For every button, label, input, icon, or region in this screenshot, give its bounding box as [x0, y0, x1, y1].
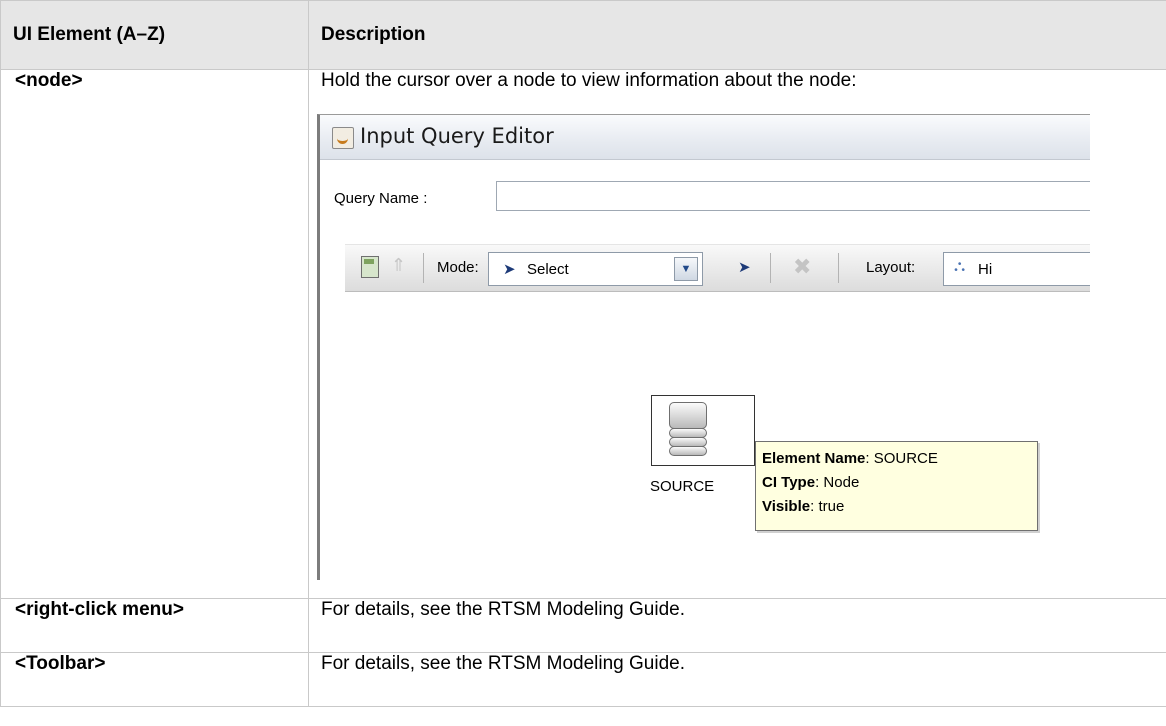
mode-label: Mode:: [437, 259, 479, 276]
ui-element-name: <node>: [0, 69, 309, 599]
query-name-label: Query Name :: [334, 190, 428, 207]
toolbar-separator: [423, 253, 424, 283]
node-label: SOURCE: [650, 478, 715, 495]
table-row: <right-click menu> For details, see the …: [0, 598, 1166, 653]
editor-body: Query Name : ⇑ Mode: ➤ Select ▼ ➤ ✖ Layo…: [320, 160, 1090, 580]
table-row: <node> Hold the cursor over a node to vi…: [0, 69, 1166, 599]
query-name-input[interactable]: [496, 181, 1090, 211]
window-titlebar: Input Query Editor: [320, 115, 1090, 160]
tooltip-element-name-label: Element Name: [762, 450, 866, 467]
description-cell: Hold the cursor over a node to view info…: [308, 69, 1166, 599]
column-header-description: Description: [308, 0, 1166, 70]
tooltip-visible-label: Visible: [762, 498, 811, 515]
input-query-editor-screenshot: Input Query Editor Query Name : ⇑ Mode: …: [317, 114, 1090, 580]
ui-element-name: <right-click menu>: [0, 598, 309, 653]
java-app-icon: [332, 127, 354, 149]
node-tooltip: Element Name: SOURCE CI Type: Node Visib…: [755, 441, 1038, 531]
description-text: For details, see the RTSM Modeling Guide…: [308, 652, 1166, 707]
calculator-icon[interactable]: [361, 256, 379, 278]
layout-value: Hi: [978, 261, 993, 278]
tooltip-element-name-value: SOURCE: [873, 450, 938, 467]
tooltip-ci-type-value: Node: [823, 474, 860, 491]
editor-toolbar: ⇑ Mode: ➤ Select ▼ ➤ ✖ Layout: ⛬ Hi: [345, 244, 1090, 292]
move-up-icon[interactable]: ⇑: [391, 255, 406, 276]
database-node-icon: [669, 402, 707, 456]
description-text: For details, see the RTSM Modeling Guide…: [308, 598, 1166, 653]
hierarchy-layout-icon: ⛬: [954, 258, 966, 275]
tooltip-visible-value: true: [818, 498, 845, 515]
toolbar-separator: [838, 253, 839, 283]
mode-select[interactable]: ➤ Select ▼: [488, 252, 703, 286]
layout-label: Layout:: [866, 259, 916, 276]
description-text: Hold the cursor over a node to view info…: [321, 70, 857, 91]
column-header-ui-element: UI Element (A–Z): [0, 0, 309, 70]
mode-value: Select: [527, 261, 569, 278]
toolbar-separator: [770, 253, 771, 283]
layout-select[interactable]: ⛬ Hi: [943, 252, 1090, 286]
pointer-icon: ➤: [503, 261, 516, 278]
ui-elements-table: UI Element (A–Z) Description <node> Hold…: [0, 0, 1166, 707]
ui-element-name: <Toolbar>: [0, 652, 309, 707]
table-row: <Toolbar> For details, see the RTSM Mode…: [0, 652, 1166, 707]
table-header-row: UI Element (A–Z) Description: [0, 0, 1166, 70]
dropdown-arrow-icon[interactable]: ▼: [674, 257, 698, 281]
tooltip-ci-type-label: CI Type: [762, 474, 816, 491]
window-title: Input Query Editor: [360, 124, 554, 148]
pointer-tool-icon[interactable]: ➤: [738, 258, 751, 276]
delete-icon[interactable]: ✖: [793, 254, 811, 280]
